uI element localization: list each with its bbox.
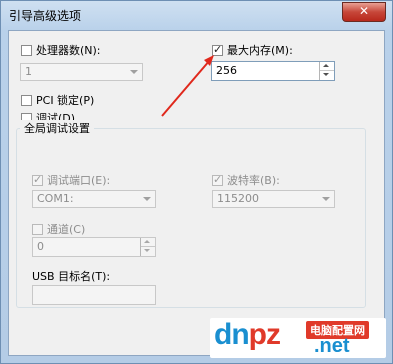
processors-row: 处理器数(N): [21,42,101,58]
max-memory-row: 最大内存(M): [212,42,293,58]
channel-row: 通道(C) [32,221,85,237]
processors-value: 1 [25,65,32,78]
close-button[interactable]: ✕ [342,2,386,22]
debug-port-value: COM1: [37,192,74,205]
debug-port-checkbox[interactable] [32,173,43,186]
baud-rate-label: 波特率(B): [227,174,280,187]
watermark-logo: dnpz 电脑配置网 .net [210,318,386,358]
annotation-arrow [161,55,214,117]
channel-value: 0 [37,240,44,253]
baud-rate-checkbox[interactable] [212,173,223,186]
increment-icon[interactable] [141,238,155,247]
decrement-icon[interactable] [320,71,334,80]
baud-rate-row: 波特率(B): [212,172,280,188]
channel-label: 通道(C) [47,223,86,236]
stepper-buttons [140,238,155,256]
baud-rate-select[interactable]: 115200 [212,190,335,208]
processors-label: 处理器数(N): [36,44,101,57]
usb-target-label: USB 目标名(T): [32,270,111,283]
max-memory-label: 最大内存(M): [227,44,293,57]
chevron-down-icon [130,70,138,74]
channel-stepper[interactable]: 0 [32,237,156,257]
processors-select[interactable]: 1 [20,63,143,81]
stepper-buttons [319,62,334,80]
baud-rate-value: 115200 [217,192,259,205]
usb-target-input[interactable] [32,285,156,305]
debug-port-select[interactable]: COM1: [32,190,156,208]
pci-lock-checkbox[interactable] [21,94,32,106]
window-title: 引导高级选项 [9,9,82,23]
debug-port-label: 调试端口(E): [47,174,111,187]
pci-lock-row: PCI 锁定(P) [21,92,94,108]
chevron-down-icon [143,197,151,201]
watermark-brand: dnpz [214,318,281,351]
usb-target-row: USB 目标名(T): [32,268,110,284]
watermark-net: .net [314,335,350,357]
decrement-icon[interactable] [141,247,155,256]
processors-checkbox[interactable] [21,44,32,56]
chevron-down-icon [322,197,330,201]
debug-port-row: 调试端口(E): [32,172,110,188]
global-debug-title: 全局调试设置 [20,120,94,136]
pci-lock-label: PCI 锁定(P) [36,94,95,107]
channel-checkbox[interactable] [32,223,43,235]
max-memory-stepper[interactable]: 256 [211,61,335,81]
increment-icon[interactable] [320,62,334,71]
